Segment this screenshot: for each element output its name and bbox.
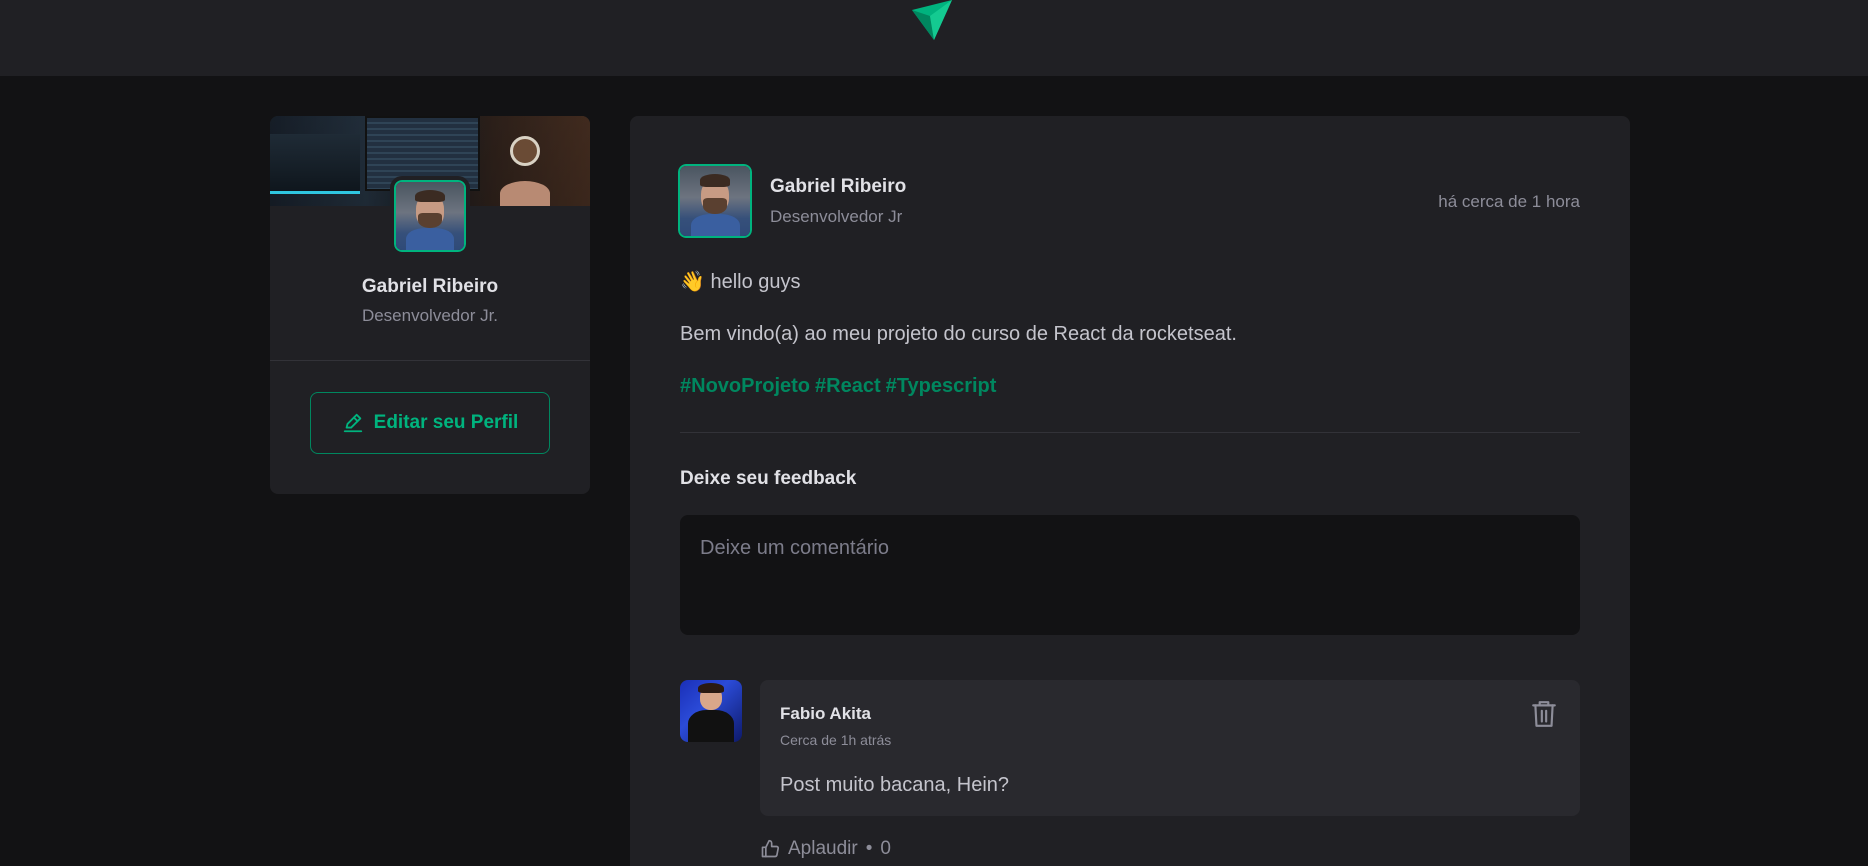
post-hashtags: #NovoProjeto #React #Typescript	[680, 374, 1580, 398]
divider	[680, 432, 1580, 433]
profile-role: Desenvolvedor Jr.	[361, 306, 499, 325]
post-greeting: 👋 hello guys	[680, 271, 801, 293]
post-content: 👋 hello guys Bem vindo(a) ao meu projeto…	[680, 270, 1580, 426]
comment-text: Post muito bacana, Hein?	[780, 774, 1010, 796]
edit-profile-label: Editar seu Perfil	[373, 412, 519, 433]
thumbs-up-icon	[761, 839, 780, 858]
feedback-title: Deixe seu feedback	[680, 468, 857, 489]
hashtag-link[interactable]: #NovoProjeto	[680, 375, 810, 397]
post-author-role: Desenvolvedor Jr	[770, 207, 903, 226]
profile-sidebar: Gabriel Ribeiro Desenvolvedor Jr. Editar…	[270, 116, 590, 494]
post-author-name: Gabriel Ribeiro	[770, 176, 907, 197]
applaud-label: Aplaudir	[788, 838, 858, 859]
post-card: Gabriel Ribeiro Desenvolvedor Jr há cerc…	[630, 116, 1630, 866]
comment-author-name: Fabio Akita	[780, 704, 871, 723]
comment-time: Cerca de 1h atrás	[780, 732, 892, 748]
pencil-icon	[343, 413, 362, 433]
trash-icon	[1532, 701, 1556, 727]
comment-card: Fabio Akita Cerca de 1h atrás Post muito…	[760, 680, 1580, 816]
applaud-button[interactable]: Aplaudir • 0	[760, 838, 891, 860]
post-author-avatar[interactable]	[674, 160, 756, 242]
applaud-count: 0	[880, 838, 891, 859]
hashtag-link[interactable]: #React	[815, 375, 881, 397]
divider	[270, 360, 590, 361]
edit-profile-button[interactable]: Editar seu Perfil	[310, 392, 550, 454]
app-header	[0, 0, 1868, 76]
comment-input[interactable]	[680, 515, 1580, 635]
delete-comment-button[interactable]	[1530, 700, 1558, 730]
hashtag-link[interactable]: #Typescript	[886, 375, 997, 397]
ignite-logo-icon	[912, 0, 952, 40]
profile-name: Gabriel Ribeiro	[361, 276, 499, 297]
post-body: Bem vindo(a) ao meu projeto do curso de …	[680, 323, 1237, 345]
comment-author-avatar[interactable]	[680, 680, 742, 742]
applaud-separator: •	[865, 838, 873, 859]
avatar[interactable]	[390, 176, 470, 256]
post-published-time: há cerca de 1 hora	[1438, 192, 1580, 211]
